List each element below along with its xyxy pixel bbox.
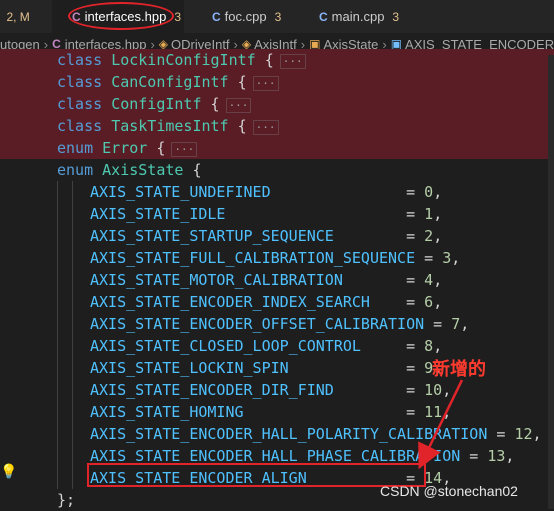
annotation-arrow [0,0,554,509]
watermark: CSDN @stonechan02 [380,483,518,499]
annotation-label: 新增的 [432,355,486,381]
vertical-scrollbar[interactable] [548,55,554,509]
